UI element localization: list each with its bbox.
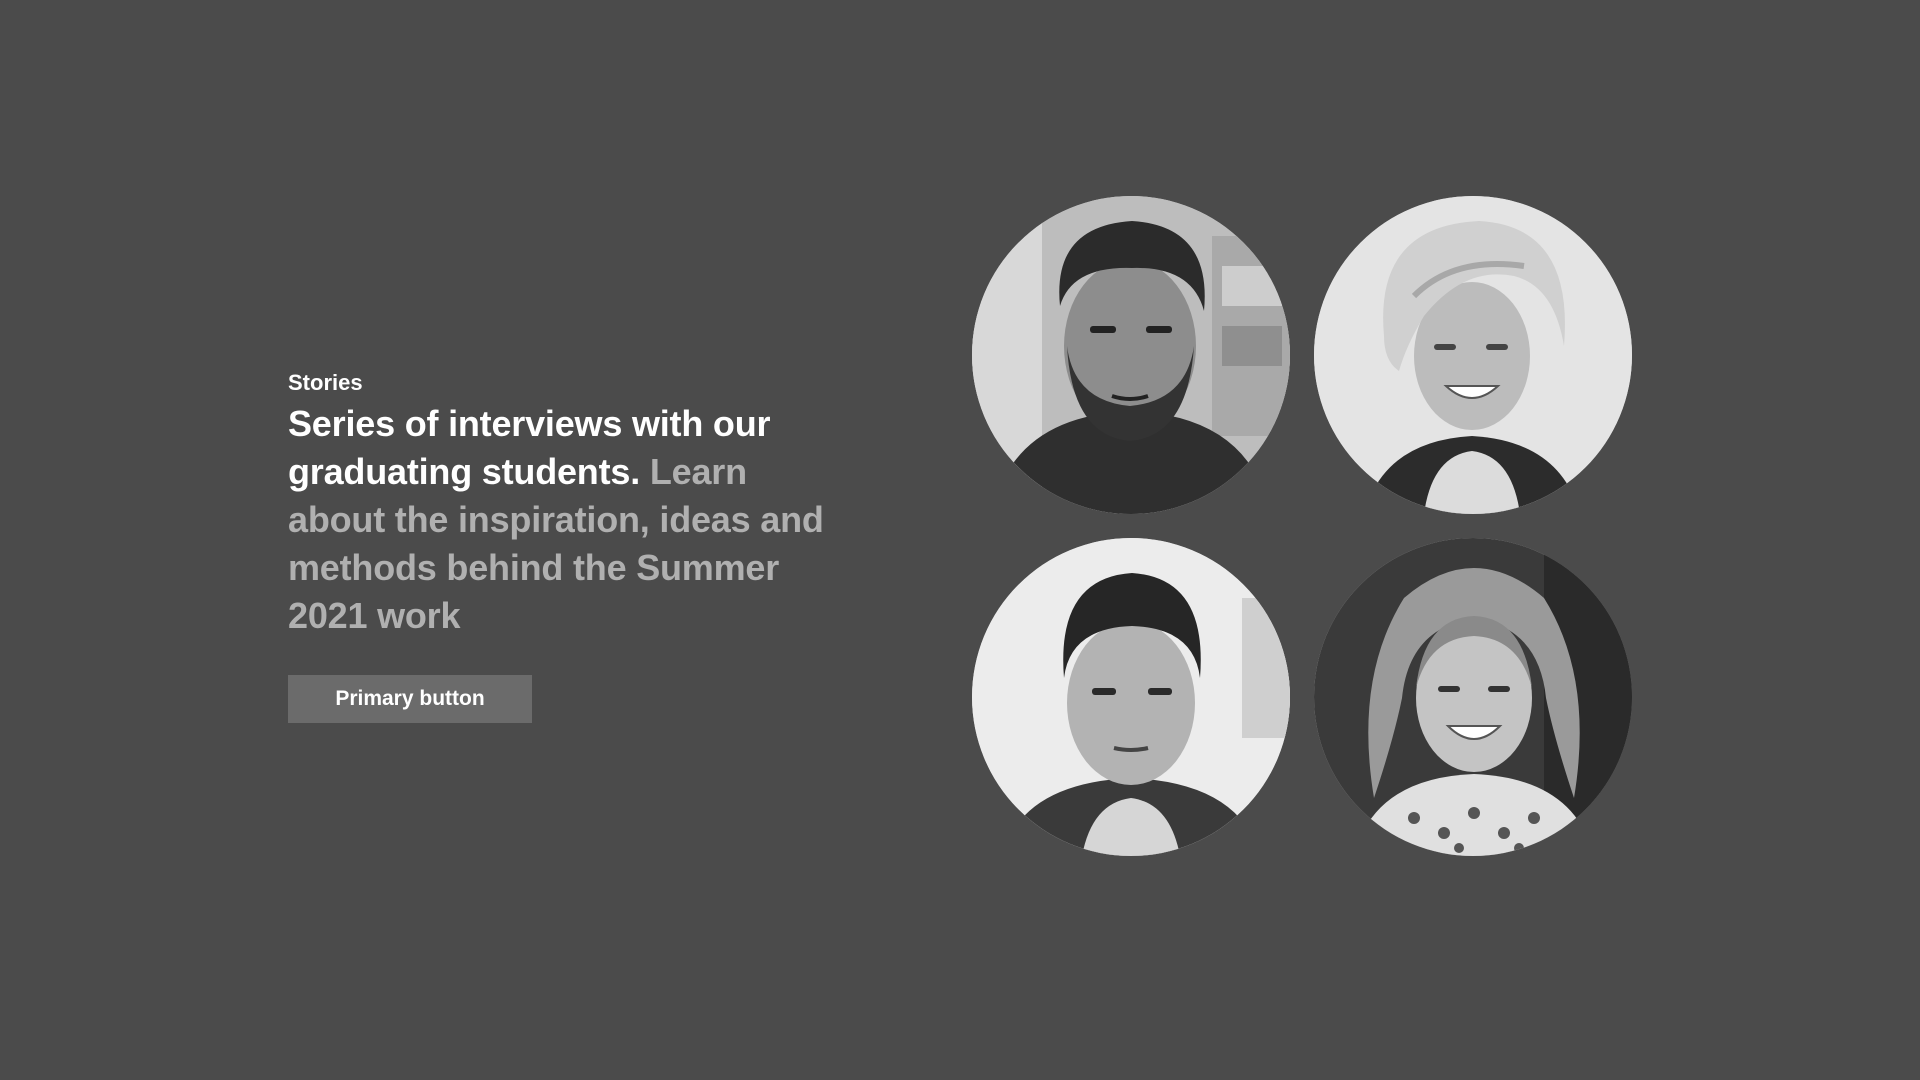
primary-button[interactable]: Primary button: [288, 675, 532, 723]
section-headline: Series of interviews with our graduating…: [288, 400, 848, 640]
stories-section: Stories Series of interviews with our gr…: [288, 370, 848, 723]
avatar-bearded-man-icon: [972, 196, 1290, 514]
avatar-long-hair-woman-icon: [1314, 538, 1632, 856]
avatar-man-slick-hair-icon: [972, 538, 1290, 856]
student-avatar-grid: [972, 196, 1632, 856]
eyebrow-label: Stories: [288, 370, 363, 395]
avatar-short-hair-woman-icon: [1314, 196, 1632, 514]
